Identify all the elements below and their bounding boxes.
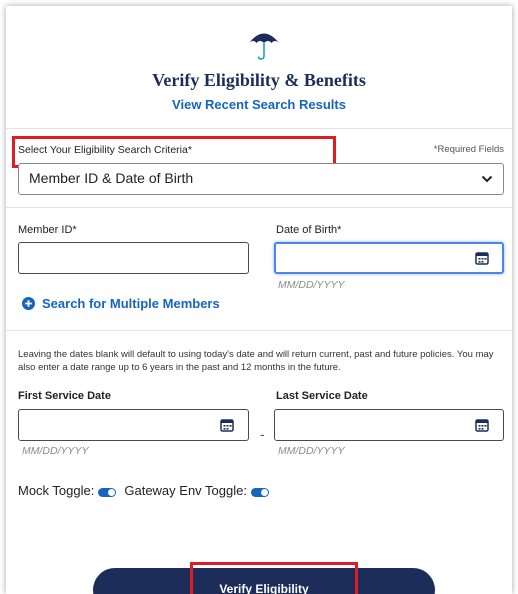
calendar-icon[interactable]	[475, 251, 489, 265]
gateway-env-toggle-switch[interactable]	[250, 488, 269, 497]
first-service-date-label: First Service Date	[18, 390, 111, 402]
toggle-row: Mock Toggle: Gateway Env Toggle:	[18, 483, 277, 498]
search-criteria-select[interactable]: Member ID & Date of Birth	[18, 163, 504, 195]
page-title: Verify Eligibility & Benefits	[152, 70, 366, 90]
search-criteria-selected-value: Member ID & Date of Birth	[29, 170, 194, 186]
search-multiple-members-text: Search for Multiple Members	[42, 296, 220, 311]
divider	[6, 128, 512, 129]
criteria-label: Select Your Eligibility Search Criteria*	[12, 136, 336, 168]
mock-toggle-label: Mock Toggle:	[18, 483, 95, 498]
calendar-icon[interactable]	[220, 418, 234, 432]
plus-circle-icon	[22, 297, 35, 310]
last-service-date-label: Last Service Date	[276, 390, 368, 402]
calendar-icon[interactable]	[475, 418, 489, 432]
search-multiple-members-link[interactable]: Search for Multiple Members	[22, 296, 220, 311]
view-recent-search-results-link[interactable]: View Recent Search Results	[6, 97, 512, 112]
mock-toggle-switch[interactable]	[98, 488, 117, 497]
criteria-label-text: Select Your Eligibility Search Criteria*	[18, 144, 192, 156]
verify-eligibility-button[interactable]: Verify Eligibility	[93, 568, 435, 594]
divider	[6, 207, 512, 208]
member-id-label: Member ID*	[18, 224, 77, 236]
date-of-birth-input[interactable]	[274, 242, 504, 274]
last-service-date-hint: MM/DD/YYYY	[278, 445, 345, 457]
date-of-birth-label: Date of Birth*	[276, 224, 342, 236]
first-service-date-hint: MM/DD/YYYY	[22, 445, 89, 457]
gateway-env-toggle-label: Gateway Env Toggle:	[124, 483, 247, 498]
required-fields-note: *Required Fields	[433, 144, 504, 155]
date-of-birth-hint: MM/DD/YYYY	[278, 279, 345, 291]
chevron-down-icon	[481, 175, 493, 183]
date-range-separator: -	[260, 426, 265, 442]
date-range-info-text: Leaving the dates blank will default to …	[18, 349, 494, 373]
eligibility-card: Verify Eligibility & Benefits View Recen…	[6, 6, 512, 594]
divider	[6, 330, 512, 331]
member-id-input[interactable]	[18, 242, 249, 274]
umbrella-logo-icon	[249, 33, 279, 60]
first-service-date-input[interactable]	[18, 409, 249, 441]
last-service-date-input[interactable]	[274, 409, 504, 441]
